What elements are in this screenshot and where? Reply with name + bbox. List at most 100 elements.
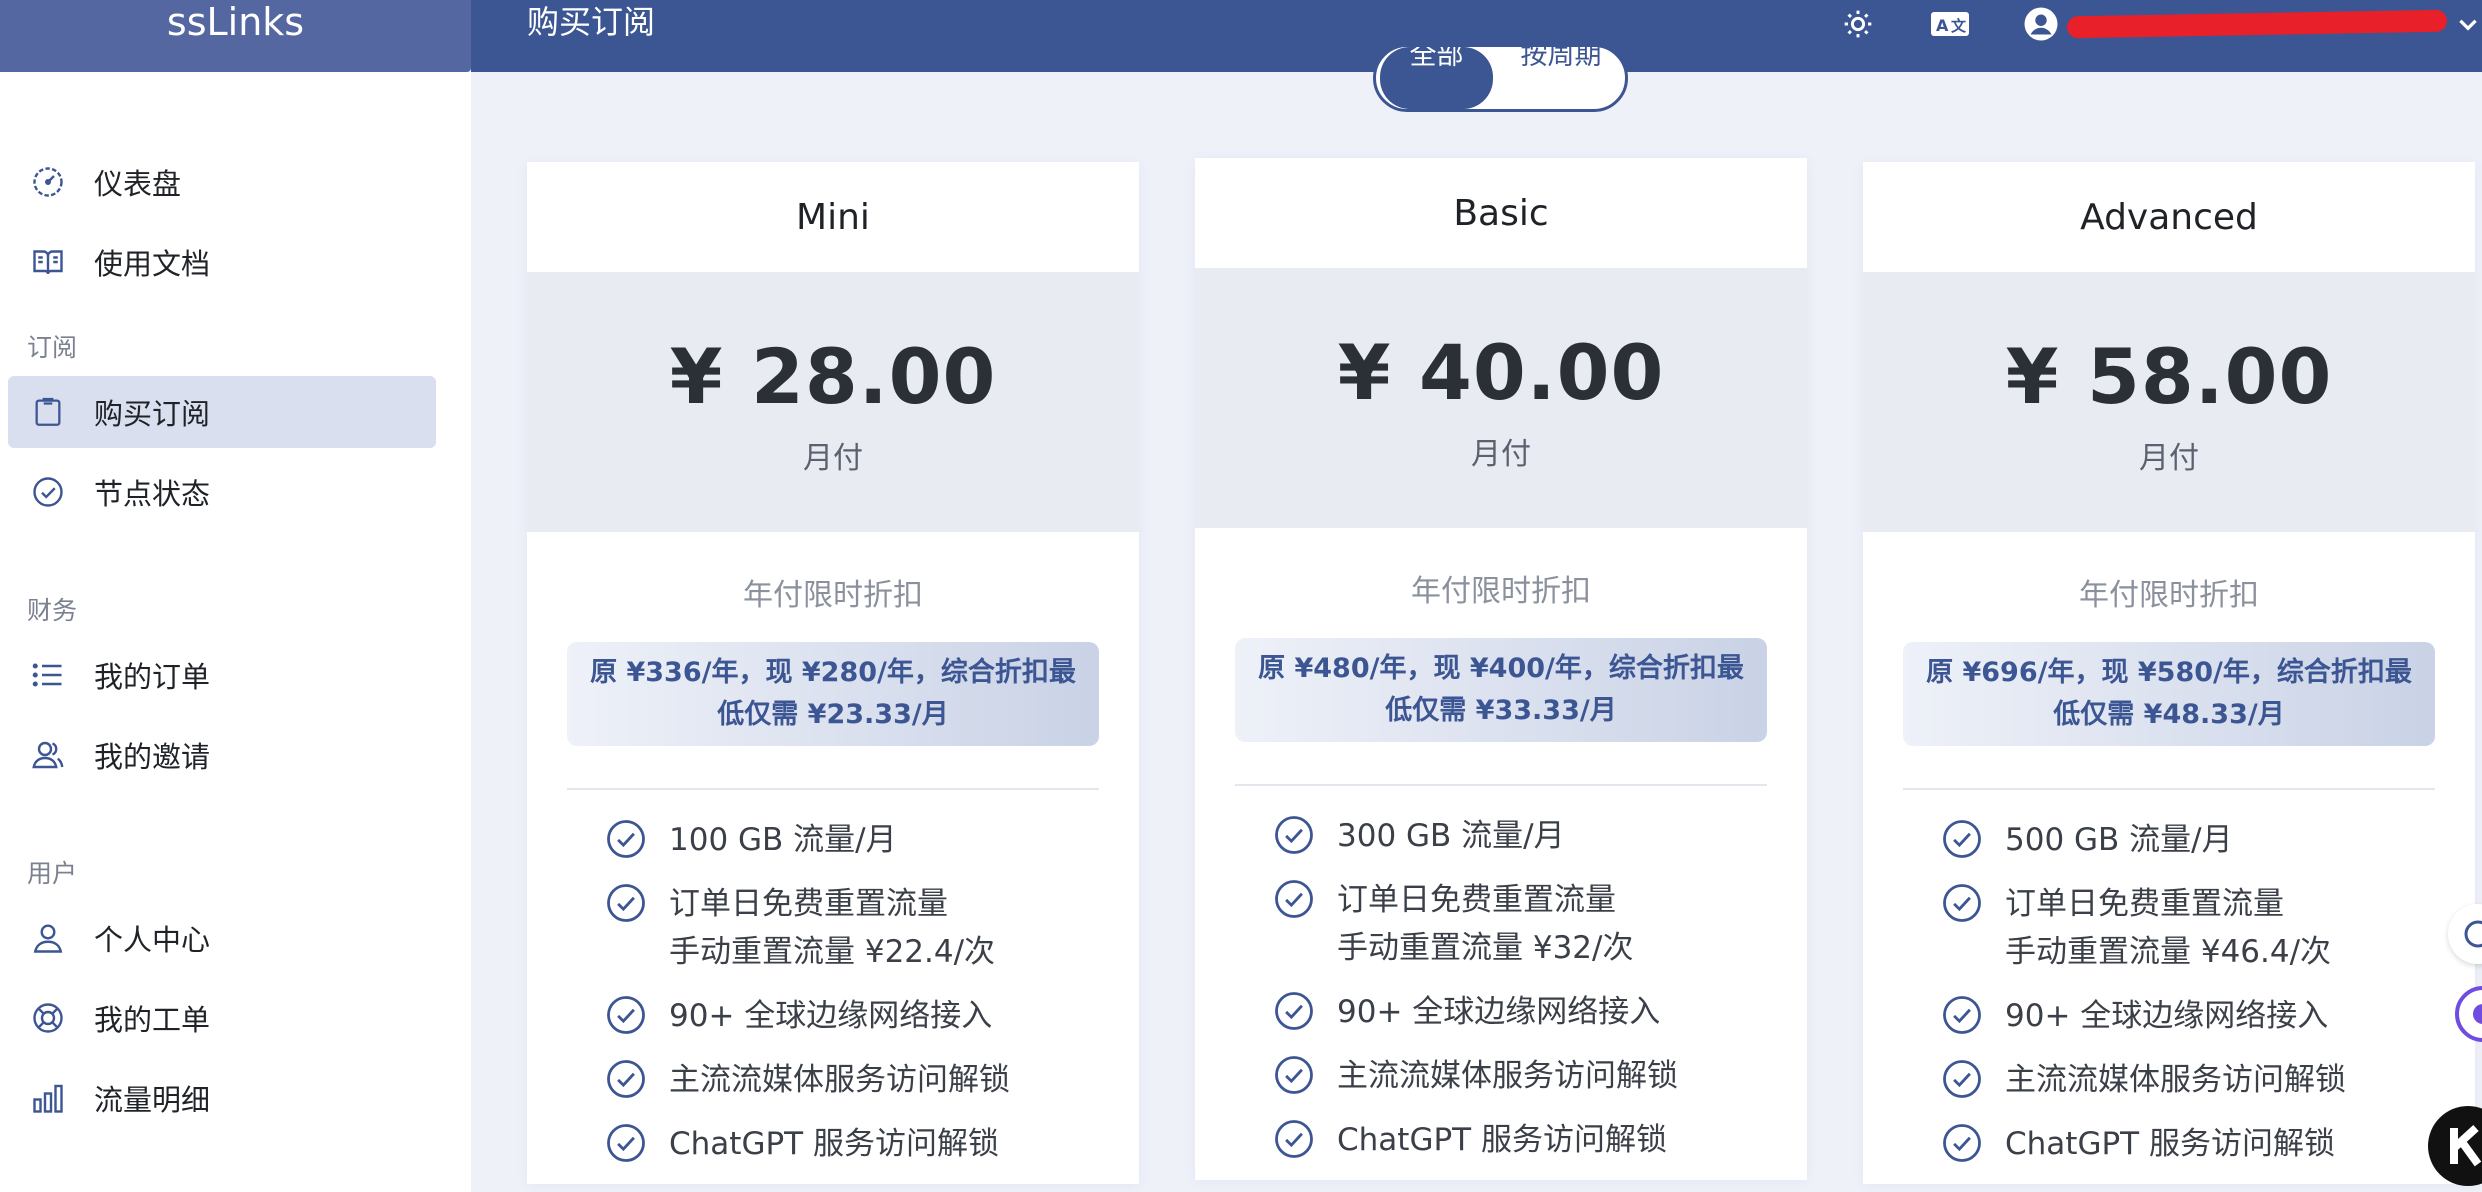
- plan-price: ¥ 40.00: [1337, 328, 1665, 417]
- feature-item: 订单日免费重置流量 手动重置流量 ¥22.4/次: [605, 880, 1139, 976]
- plan-period: 月付: [2139, 441, 2199, 476]
- feature-item: 90+ 全球边缘网络接入: [605, 992, 1139, 1040]
- filter-option-by-period[interactable]: 按周期: [1494, 47, 1625, 109]
- svg-text:文: 文: [1951, 17, 1967, 35]
- plan-name: Mini: [796, 196, 870, 238]
- plan-period: 月付: [803, 441, 863, 476]
- feature-item: 主流流媒体服务访问解锁: [1941, 1056, 2475, 1104]
- sidebar-item-profile[interactable]: 个人中心: [8, 902, 436, 974]
- feature-item: ChatGPT 服务访问解锁: [1941, 1120, 2475, 1168]
- check-circle-icon: [26, 470, 70, 514]
- theme-toggle-icon[interactable]: [1838, 4, 1878, 44]
- price-box: ¥ 28.00 月付: [527, 272, 1139, 532]
- promo-text-line1: 原 ¥336/年，现 ¥280/年，综合折扣最: [590, 657, 1076, 688]
- sidebar-item-label: 使用文档: [94, 247, 211, 281]
- feature-item: 主流流媒体服务访问解锁: [605, 1056, 1139, 1104]
- section-label-subscription: 订阅: [27, 333, 78, 362]
- user-menu[interactable]: [2023, 4, 2481, 44]
- sidebar-item-node-status[interactable]: 节点状态: [8, 456, 436, 528]
- check-circle-icon: [607, 996, 645, 1034]
- divider: [567, 788, 1099, 790]
- plan-card-mini[interactable]: Mini ¥ 28.00 月付 年付限时折扣 原 ¥336/年，现 ¥280/年…: [527, 162, 1139, 1184]
- feature-item: 主流流媒体服务访问解锁: [1273, 1052, 1807, 1100]
- user-icon: [26, 916, 70, 960]
- section-label-user: 用户: [27, 859, 78, 888]
- feature-item: 300 GB 流量/月: [1273, 812, 1807, 860]
- float-k-button[interactable]: [2428, 1106, 2482, 1186]
- check-circle-icon: [1943, 996, 1981, 1034]
- period-filter: 全部 按周期: [1373, 44, 1628, 112]
- feature-item: 订单日免费重置流量 手动重置流量 ¥32/次: [1273, 876, 1807, 972]
- sidebar-item-traffic[interactable]: 流量明细: [8, 1062, 436, 1134]
- price-box: ¥ 40.00 月付: [1195, 268, 1807, 528]
- sidebar-item-label: 我的工单: [94, 1003, 211, 1037]
- check-circle-icon: [1275, 1056, 1313, 1094]
- float-support-button[interactable]: [2455, 986, 2482, 1042]
- sidebar-item-orders[interactable]: 我的订单: [8, 639, 436, 711]
- brand-name: ssLinks: [166, 0, 305, 44]
- users-icon: [26, 733, 70, 777]
- feature-list: 500 GB 流量/月 订单日免费重置流量 手动重置流量 ¥46.4/次 90+ …: [1941, 816, 2475, 1168]
- promo-text-line2: 低仅需 ¥33.33/月: [1385, 695, 1617, 726]
- sidebar-item-tickets[interactable]: 我的工单: [8, 982, 436, 1054]
- svg-text:A: A: [1936, 16, 1949, 35]
- feature-item: 100 GB 流量/月: [605, 816, 1139, 864]
- page-title: 购买订阅: [527, 3, 656, 41]
- divider: [1235, 784, 1767, 786]
- promo-title: 年付限时折扣: [1411, 574, 1591, 609]
- check-circle-icon: [1943, 820, 1981, 858]
- sidebar-item-label: 仪表盘: [94, 167, 182, 201]
- sidebar-item-label: 流量明细: [94, 1083, 211, 1117]
- promo-banner: 原 ¥336/年，现 ¥280/年，综合折扣最 低仅需 ¥23.33/月: [567, 642, 1099, 746]
- sidebar-item-label: 我的邀请: [94, 740, 211, 774]
- lifebuoy-icon: [26, 996, 70, 1040]
- feature-list: 100 GB 流量/月 订单日免费重置流量 手动重置流量 ¥22.4/次 90+ …: [605, 816, 1139, 1168]
- float-chat-button[interactable]: [2448, 904, 2482, 964]
- check-circle-icon: [1943, 884, 1981, 922]
- translate-icon[interactable]: A文: [1930, 4, 1970, 44]
- plan-name: Advanced: [2080, 196, 2258, 238]
- plan-period: 月付: [1471, 437, 1531, 472]
- promo-text-line1: 原 ¥696/年，现 ¥580/年，综合折扣最: [1926, 657, 2412, 688]
- sidebar-item-dashboard[interactable]: 仪表盘: [8, 146, 436, 218]
- sidebar-item-label: 节点状态: [94, 477, 211, 511]
- sidebar-item-docs[interactable]: 使用文档: [8, 226, 436, 298]
- sidebar-item-label: 购买订阅: [94, 397, 211, 431]
- gauge-icon: [26, 160, 70, 204]
- chat-icon: [2464, 920, 2482, 948]
- check-circle-icon: [1275, 992, 1313, 1030]
- book-icon: [26, 240, 70, 284]
- check-circle-icon: [1943, 1124, 1981, 1162]
- check-circle-icon: [1275, 1120, 1313, 1158]
- feature-item: ChatGPT 服务访问解锁: [605, 1120, 1139, 1168]
- promo-title: 年付限时折扣: [743, 578, 923, 613]
- sidebar-item-buy-subscription[interactable]: 购买订阅: [8, 376, 436, 448]
- sidebar: 仪表盘 使用文档 订阅 购买订阅 节点状态 财务 我的订单 我的邀请 用户 个人…: [0, 72, 471, 1192]
- feature-item: 90+ 全球边缘网络接入: [1941, 992, 2475, 1040]
- list-icon: [26, 653, 70, 697]
- check-circle-icon: [607, 1124, 645, 1162]
- bar-chart-icon: [26, 1076, 70, 1120]
- check-circle-icon: [607, 884, 645, 922]
- brand-logo[interactable]: ssLinks: [0, 0, 471, 72]
- feature-item: 500 GB 流量/月: [1941, 816, 2475, 864]
- sidebar-item-invites[interactable]: 我的邀请: [8, 719, 436, 791]
- chevron-down-icon: [2459, 19, 2477, 31]
- account-icon: [2024, 7, 2058, 41]
- support-icon: [2473, 1004, 2482, 1024]
- plan-card-advanced[interactable]: Advanced ¥ 58.00 月付 年付限时折扣 原 ¥696/年，现 ¥5…: [1863, 162, 2475, 1184]
- sidebar-item-label: 个人中心: [94, 923, 211, 957]
- promo-text-line1: 原 ¥480/年，现 ¥400/年，综合折扣最: [1258, 653, 1744, 684]
- promo-text-line2: 低仅需 ¥23.33/月: [717, 699, 949, 730]
- redacted-username: [2066, 9, 2448, 39]
- check-circle-icon: [607, 1060, 645, 1098]
- plan-price: ¥ 28.00: [669, 332, 997, 421]
- plan-price: ¥ 58.00: [2005, 332, 2333, 421]
- k-logo-icon: [2450, 1125, 2482, 1167]
- plan-card-basic[interactable]: Basic ¥ 40.00 月付 年付限时折扣 原 ¥480/年，现 ¥400/…: [1195, 158, 1807, 1180]
- promo-text-line2: 低仅需 ¥48.33/月: [2053, 699, 2285, 730]
- filter-option-all[interactable]: 全部: [1380, 47, 1493, 109]
- promo-banner: 原 ¥696/年，现 ¥580/年，综合折扣最 低仅需 ¥48.33/月: [1903, 642, 2435, 746]
- check-circle-icon: [607, 820, 645, 858]
- section-label-finance: 财务: [27, 596, 78, 625]
